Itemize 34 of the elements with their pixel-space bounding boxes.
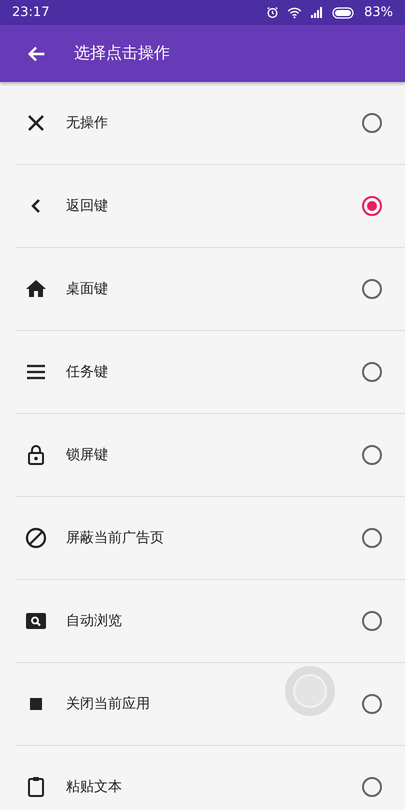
radio-button[interactable]	[362, 196, 382, 216]
option-label: 任务键	[66, 363, 109, 381]
radio-button[interactable]	[362, 362, 382, 382]
status-time: 23:17	[12, 5, 50, 20]
option-label: 无操作	[66, 114, 109, 132]
option-row[interactable]: 任务键	[16, 331, 405, 414]
radio-button[interactable]	[362, 777, 382, 797]
option-label: 关闭当前应用	[66, 695, 151, 713]
battery-icon	[332, 6, 356, 18]
screen-title: 选择点击操作	[74, 43, 170, 64]
alarm-icon	[266, 6, 280, 19]
radio-button[interactable]	[362, 528, 382, 548]
radio-button[interactable]	[362, 113, 382, 133]
wifi-icon	[287, 6, 302, 18]
signal-icon	[310, 7, 324, 18]
radio-button[interactable]	[362, 445, 382, 465]
battery-level: 83%	[364, 5, 393, 20]
option-label: 锁屏键	[66, 446, 109, 464]
option-label: 桌面键	[66, 280, 109, 298]
option-row[interactable]: 桌面键	[16, 248, 405, 331]
option-row[interactable]: 锁屏键	[16, 414, 405, 497]
option-row[interactable]: 屏蔽当前广告页	[16, 497, 405, 580]
option-label: 自动浏览	[66, 612, 123, 630]
option-label: 返回键	[66, 197, 109, 215]
radio-button[interactable]	[362, 611, 382, 631]
radio-button[interactable]	[362, 694, 382, 714]
option-row[interactable]: 粘贴文本	[16, 746, 405, 810]
radio-button[interactable]	[362, 279, 382, 299]
option-row[interactable]: 无操作	[16, 82, 405, 165]
option-label: 粘贴文本	[66, 778, 123, 796]
option-row[interactable]: 返回键	[16, 165, 405, 248]
option-label: 屏蔽当前广告页	[66, 529, 165, 547]
option-row[interactable]: 自动浏览	[16, 580, 405, 663]
block-icon	[24, 526, 48, 550]
